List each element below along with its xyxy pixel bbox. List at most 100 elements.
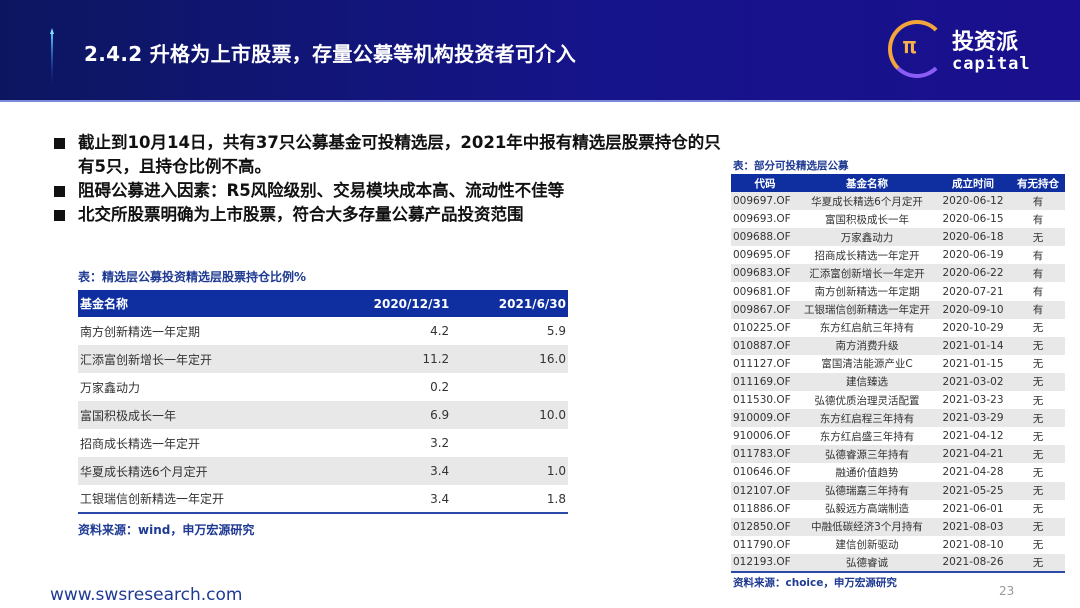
table-cell: 富国积极成长一年 bbox=[78, 401, 321, 429]
table-cell: 2021-01-15 bbox=[942, 357, 1004, 370]
table-cell: 无 bbox=[1032, 358, 1044, 371]
table-cell: 009867.OF bbox=[731, 300, 799, 319]
table-cell: 弘德睿源三年持有 bbox=[799, 445, 935, 464]
column-header: 有无持仓 bbox=[1011, 174, 1065, 192]
table-cell: 无 bbox=[1032, 430, 1044, 443]
table-row: 南方创新精选一年定期 4.2 5.9 bbox=[78, 317, 568, 345]
bullet-item: 截止到10月14日，共有37只公募基金可投精选层，2021年中报有精选层股票持仓… bbox=[52, 131, 732, 179]
table-cell: 10.0 bbox=[451, 401, 568, 429]
table-cell: 2021-08-10 bbox=[942, 538, 1004, 551]
table-cell: 010646.OF bbox=[733, 466, 791, 479]
table-cell: 2021-04-12 bbox=[942, 430, 1004, 443]
table-cell: 无 bbox=[1032, 503, 1044, 516]
table-cell: 3.2 bbox=[430, 436, 450, 450]
table-cell: 012193.OF bbox=[731, 553, 799, 573]
table-cell: 招商成长精选一年定开 bbox=[80, 436, 201, 451]
table-cell: 融通价值趋势 bbox=[835, 466, 899, 479]
table-cell: 2021-03-23 bbox=[942, 394, 1004, 407]
table-row: 富国积极成长一年 6.9 10.0 bbox=[78, 401, 568, 429]
table-cell: 011886.OF bbox=[733, 502, 791, 515]
bullet-list: 截止到10月14日，共有37只公募基金可投精选层，2021年中报有精选层股票持仓… bbox=[52, 131, 732, 227]
bullet-text: 北交所股票明确为上市股票，符合大多存量公募产品投资范围 bbox=[78, 205, 524, 224]
footer-website-link[interactable]: www.swsresearch.com bbox=[50, 585, 242, 605]
table-cell: 4.2 bbox=[430, 324, 450, 338]
table-cell: 弘毅远方高端制造 bbox=[825, 503, 909, 516]
table-cell: 无 bbox=[1032, 322, 1044, 335]
table-cell: 汇添富创新增长一年定开 bbox=[78, 345, 321, 373]
table-cell: 2020-06-18 bbox=[935, 228, 1011, 247]
column-header: 基金名称 bbox=[78, 290, 321, 317]
table-cell: 011783.OF bbox=[731, 445, 799, 464]
table-cell: 无 bbox=[1011, 372, 1065, 392]
table-cell: 无 bbox=[1032, 539, 1044, 552]
table-cell: 2020-10-29 bbox=[942, 321, 1004, 334]
table-cell: 2021-03-29 bbox=[935, 409, 1011, 428]
table-row: 009683.OF 汇添富创新增长一年定开 2020-06-22 有 bbox=[731, 264, 1065, 283]
table-cell bbox=[451, 429, 568, 457]
table-cell: 2020-06-15 bbox=[942, 213, 1004, 226]
table-row: 011790.OF 建信创新驱动 2021-08-10 无 bbox=[731, 536, 1065, 554]
table-cell: 5.9 bbox=[546, 324, 566, 338]
table-cell: 1.8 bbox=[451, 485, 568, 514]
table-row: 012107.OF 弘德瑞嘉三年持有 2021-05-25 无 bbox=[731, 481, 1065, 500]
table-cell: 009695.OF bbox=[733, 249, 791, 262]
table-row: 华夏成长精选6个月定开 3.4 1.0 bbox=[78, 457, 568, 485]
table-cell: 2020-06-19 bbox=[942, 249, 1004, 262]
table-cell: 东方红启航三年持有 bbox=[819, 322, 915, 335]
slide-header: 2.4.2 升格为上市股票，存量公募等机构投资者可介入 π 投资派 capita… bbox=[0, 0, 1080, 102]
slide-title: 2.4.2 升格为上市股票，存量公募等机构投资者可介入 bbox=[84, 42, 577, 66]
table-cell: 富国清洁能源产业C bbox=[821, 358, 913, 371]
table-row: 招商成长精选一年定开 3.2 bbox=[78, 429, 568, 457]
table-cell: 无 bbox=[1011, 336, 1065, 355]
left-table-source: 资料来源：wind，申万宏源研究 bbox=[78, 523, 255, 537]
left-table-caption: 表：精选层公募投资精选层股票持仓比例% bbox=[78, 270, 307, 284]
column-header: 成立时间 bbox=[935, 174, 1011, 192]
logo-ring-icon bbox=[888, 20, 946, 78]
table-cell: 弘德优质治理灵活配置 bbox=[814, 394, 920, 407]
table-row: 009867.OF 工银瑞信创新精选一年定开 2020-09-10 有 bbox=[731, 300, 1065, 319]
table-cell: 万家鑫动力 bbox=[799, 228, 935, 247]
right-table-caption: 表：部分可投精选层公募 bbox=[733, 160, 849, 172]
table-cell: 3.4 bbox=[320, 457, 452, 485]
table-cell: 华夏成长精选6个月定开 bbox=[78, 457, 321, 485]
logo-text-cn: 投资派 bbox=[952, 30, 1019, 55]
table-cell: 无 bbox=[1011, 481, 1065, 500]
table-row: 万家鑫动力 0.2 bbox=[78, 373, 568, 401]
eligible-funds-table: 代码 基金名称 成立时间 有无持仓 009697.OF 华夏成长精选6个月定开 20… bbox=[731, 174, 1065, 573]
table-row: 009695.OF 招商成长精选一年定开 2020-06-19 有 bbox=[731, 246, 1065, 264]
table-cell: 南方消费升级 bbox=[799, 336, 935, 355]
table-row: 910009.OF 东方红启程三年持有 2021-03-29 无 bbox=[731, 409, 1065, 428]
column-header: 2020/12/31 bbox=[320, 290, 452, 317]
table-cell: 010887.OF bbox=[731, 336, 799, 355]
table-row: 012850.OF 中融低碳经济3个月持有 2021-08-03 无 bbox=[731, 517, 1065, 536]
table-cell: 2020-06-22 bbox=[935, 264, 1011, 283]
table-row: 汇添富创新增长一年定开 11.2 16.0 bbox=[78, 345, 568, 373]
logo: π 投资派 capital bbox=[888, 18, 1068, 82]
table-cell: 910009.OF bbox=[731, 409, 799, 428]
table-cell: 汇添富创新增长一年定开 bbox=[799, 264, 935, 283]
bullet-text: 阻碍公募进入因素：R5风险级别、交易模块成本高、流动性不佳等 bbox=[78, 181, 565, 200]
table-row: 010225.OF 东方红启航三年持有 2020-10-29 无 bbox=[731, 319, 1065, 337]
table-cell: 2020-07-21 bbox=[942, 285, 1004, 298]
bullet-square-icon bbox=[54, 138, 65, 149]
arrow-up-icon bbox=[50, 28, 54, 86]
table-row: 011783.OF 弘德睿源三年持有 2021-04-21 无 bbox=[731, 445, 1065, 464]
bullet-square-icon bbox=[54, 186, 65, 197]
table-row: 009688.OF 万家鑫动力 2020-06-18 无 bbox=[731, 228, 1065, 247]
table-cell: 工银瑞信创新精选一年定开 bbox=[799, 300, 935, 319]
table-cell: 华夏成长精选6个月定开 bbox=[799, 192, 935, 211]
table-cell: 工银瑞信创新精选一年定开 bbox=[78, 485, 321, 514]
bullet-item: 北交所股票明确为上市股票，符合大多存量公募产品投资范围 bbox=[52, 203, 732, 227]
table-cell: 招商成长精选一年定开 bbox=[814, 249, 920, 262]
table-row: 009681.OF 南方创新精选一年定期 2020-07-21 有 bbox=[731, 282, 1065, 300]
table-cell: 2021-03-02 bbox=[935, 372, 1011, 392]
table-cell: 建信臻选 bbox=[799, 372, 935, 392]
table-row: 010887.OF 南方消费升级 2021-01-14 无 bbox=[731, 336, 1065, 355]
table-cell: 2020-09-10 bbox=[935, 300, 1011, 319]
bullet-square-icon bbox=[54, 210, 65, 221]
table-cell: 有 bbox=[1011, 300, 1065, 319]
table-cell: 009683.OF bbox=[731, 264, 799, 283]
table-cell: 无 bbox=[1011, 409, 1065, 428]
holdings-ratio-table: 基金名称 2020/12/31 2021/6/30 南方创新精选一年定期 4.2 5… bbox=[78, 290, 568, 514]
table-cell: 有 bbox=[1032, 286, 1044, 299]
